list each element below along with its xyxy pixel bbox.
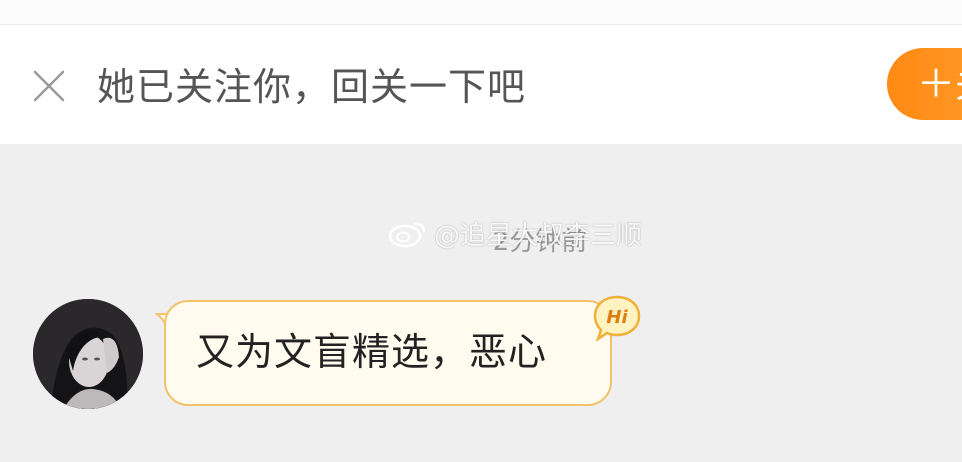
watermark-text: @追星大叔李三顺 <box>434 220 643 251</box>
follow-button[interactable]: ＋关注 <box>887 48 962 120</box>
message-bubble[interactable]: 又为文盲精选，恶心 <box>164 300 612 406</box>
message-text: 又为文盲精选，恶心 <box>196 330 548 374</box>
watermark: @追星大叔李三顺 <box>388 215 642 251</box>
avatar[interactable] <box>33 299 143 409</box>
weibo-logo-icon <box>388 222 426 248</box>
top-strip <box>0 0 962 25</box>
chat-area: 2分钟前 @追星大叔李三顺 又为文盲精选，恶心 Hi <box>0 144 962 462</box>
close-icon[interactable] <box>32 69 66 103</box>
follow-suggestion-bar: 她已关注你，回关一下吧 ＋关注 <box>0 25 962 144</box>
hi-badge-label: Hi <box>606 307 628 328</box>
follow-back-prompt: 她已关注你，回关一下吧 <box>97 65 527 109</box>
hi-badge-icon[interactable]: Hi <box>592 294 642 343</box>
